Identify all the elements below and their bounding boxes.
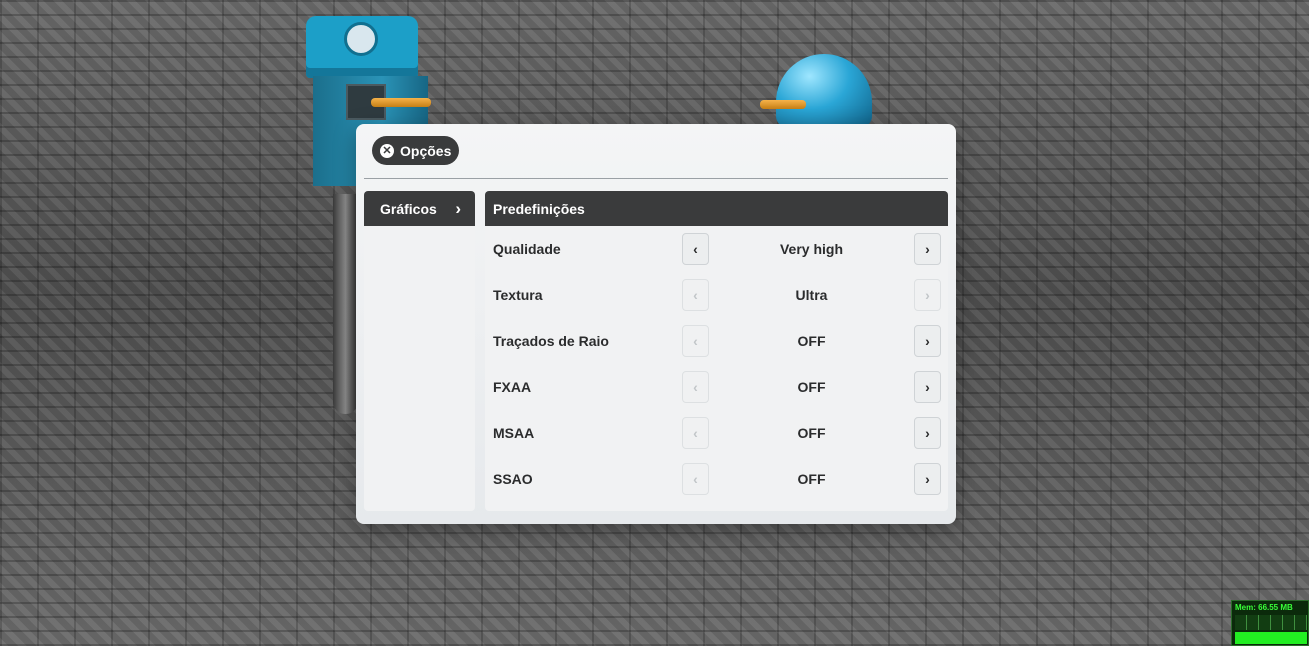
chevron-right-icon: ›	[925, 471, 930, 487]
options-title: Opções	[400, 142, 452, 159]
options-close-button[interactable]: ✕ Opções	[372, 136, 460, 165]
option-value: Ultra	[795, 287, 828, 303]
previous-value-button[interactable]: ‹	[682, 279, 709, 311]
option-row-fxaa: FXAA ‹ OFF ›	[485, 364, 948, 410]
option-value: OFF	[797, 379, 826, 395]
chevron-left-icon: ‹	[693, 379, 698, 395]
chevron-left-icon: ‹	[693, 241, 698, 257]
previous-value-button[interactable]: ‹	[682, 233, 709, 265]
previous-value-button[interactable]: ‹	[682, 463, 709, 495]
previous-value-button[interactable]: ‹	[682, 371, 709, 403]
chevron-right-icon: ›	[925, 425, 930, 441]
option-row-ray-tracing: Traçados de Raio ‹ OFF ›	[485, 318, 948, 364]
previous-value-button[interactable]: ‹	[682, 325, 709, 357]
option-value: OFF	[797, 333, 826, 349]
chevron-right-icon: ›	[925, 333, 930, 349]
option-label: Qualidade	[493, 241, 561, 257]
chevron-right-icon: ›	[925, 241, 930, 257]
option-row-msaa: MSAA ‹ OFF ›	[485, 410, 948, 456]
chevron-left-icon: ‹	[693, 425, 698, 441]
section-title: Predefinições	[493, 200, 585, 217]
scene-fan-unit	[306, 16, 418, 78]
scene-machine-lower	[333, 194, 358, 414]
memory-graph	[1235, 615, 1307, 630]
option-value: OFF	[797, 425, 826, 441]
option-label: Traçados de Raio	[493, 333, 609, 349]
scene-pipe	[760, 100, 806, 109]
option-label: SSAO	[493, 471, 533, 487]
memory-bar	[1235, 632, 1307, 644]
option-row-quality: Qualidade ‹ Very high ›	[485, 226, 948, 272]
next-value-button[interactable]: ›	[914, 233, 941, 265]
scene-tank	[776, 54, 872, 128]
chevron-right-icon: ›	[925, 379, 930, 395]
options-sidebar: Gráficos ›	[364, 191, 475, 511]
option-label: MSAA	[493, 425, 535, 441]
section-header-presets: Predefinições	[485, 191, 948, 226]
next-value-button[interactable]: ›	[914, 417, 941, 449]
options-list: Qualidade ‹ Very high › Textura ‹ Ultra …	[485, 226, 948, 502]
next-value-button[interactable]: ›	[914, 371, 941, 403]
chevron-left-icon: ‹	[693, 333, 698, 349]
option-value: Very high	[779, 241, 844, 257]
scene-fan-hub	[344, 22, 378, 56]
next-value-button[interactable]: ›	[914, 463, 941, 495]
sidebar-item-graficos[interactable]: Gráficos ›	[364, 191, 475, 226]
sidebar-item-label: Gráficos	[380, 200, 437, 217]
scene-machine-right	[760, 54, 880, 134]
chevron-left-icon: ‹	[693, 287, 698, 303]
option-row-ssao: SSAO ‹ OFF ›	[485, 456, 948, 502]
close-icon[interactable]: ✕	[380, 143, 394, 158]
next-value-button[interactable]: ›	[914, 279, 941, 311]
chevron-right-icon: ›	[455, 198, 461, 218]
memory-label: Mem: 66.55 MB	[1235, 603, 1293, 612]
option-row-texture: Textura ‹ Ultra ›	[485, 272, 948, 318]
next-value-button[interactable]: ›	[914, 325, 941, 357]
chevron-left-icon: ‹	[693, 471, 698, 487]
chevron-right-icon: ›	[925, 287, 930, 303]
options-dialog: ✕ Opções Gráficos › Predefinições Qualid…	[356, 124, 956, 524]
scene-pipe	[371, 98, 431, 107]
memory-monitor: Mem: 66.55 MB	[1231, 600, 1309, 646]
option-label: FXAA	[493, 379, 532, 395]
option-label: Textura	[493, 287, 543, 303]
previous-value-button[interactable]: ‹	[682, 417, 709, 449]
header-divider	[364, 178, 948, 179]
option-value: OFF	[797, 471, 826, 487]
settings-panel: Predefinições Qualidade ‹ Very high › Te…	[485, 191, 948, 511]
